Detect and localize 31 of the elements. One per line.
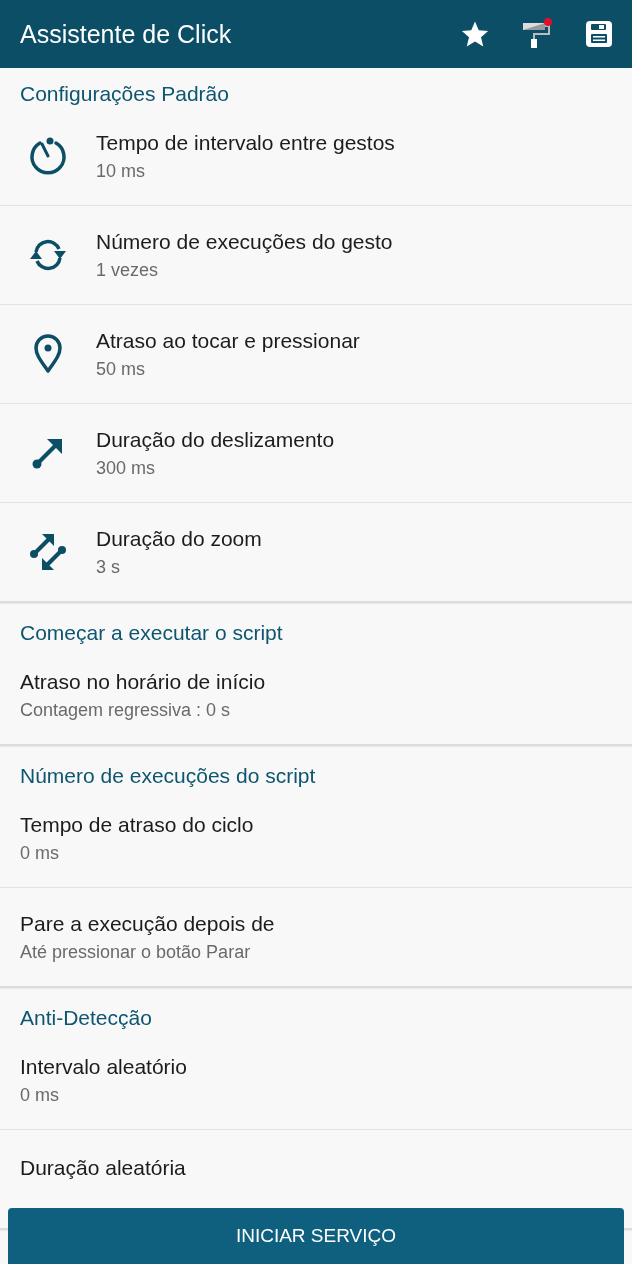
setting-title[interactable]: Atraso no horário de início bbox=[20, 669, 266, 694]
location-pin-icon bbox=[33, 334, 63, 374]
section-heading: Começar a executar o script bbox=[19, 620, 284, 646]
setting-title[interactable]: Duração aleatória bbox=[20, 1156, 186, 1180]
start-service-button[interactable]: INICIAR SERVIÇO bbox=[8, 1208, 624, 1264]
section-heading: Configurações Padrão bbox=[19, 81, 230, 107]
section-heading: Anti-Detecção bbox=[19, 1005, 153, 1031]
setting-title[interactable]: Pare a execução depois de bbox=[20, 911, 275, 936]
setting-value: 10 ms bbox=[96, 160, 147, 182]
app-title: Assistente de Click bbox=[20, 19, 233, 49]
timer-icon bbox=[28, 136, 68, 176]
setting-title[interactable]: Número de execuções do gesto bbox=[96, 229, 393, 254]
setting-value: Contagem regressiva : 0 s bbox=[20, 699, 232, 721]
setting-value: 3 s bbox=[96, 556, 121, 578]
setting-title[interactable]: Intervalo aleatório bbox=[20, 1054, 187, 1079]
setting-title[interactable]: Duração do zoom bbox=[96, 526, 262, 551]
swipe-arrow-icon bbox=[31, 436, 65, 470]
setting-title[interactable]: Tempo de intervalo entre gestos bbox=[96, 130, 395, 155]
setting-title[interactable]: Atraso ao tocar e pressionar bbox=[96, 328, 360, 353]
setting-value: 1 vezes bbox=[96, 259, 160, 281]
setting-value: 0 ms bbox=[20, 1084, 60, 1106]
section-heading: Número de execuções do script bbox=[19, 763, 317, 789]
sync-icon bbox=[28, 237, 68, 273]
setting-title[interactable]: Duração do deslizamento bbox=[96, 427, 335, 452]
setting-value: 300 ms bbox=[96, 457, 157, 479]
setting-value: Até pressionar o botão Parar bbox=[20, 941, 252, 963]
setting-value: 0 ms bbox=[20, 842, 60, 864]
paint-roller-icon[interactable] bbox=[520, 17, 554, 51]
setting-title[interactable]: Tempo de atraso do ciclo bbox=[20, 812, 254, 837]
pinch-zoom-icon bbox=[28, 532, 68, 572]
setting-value: 50 ms bbox=[96, 358, 147, 380]
